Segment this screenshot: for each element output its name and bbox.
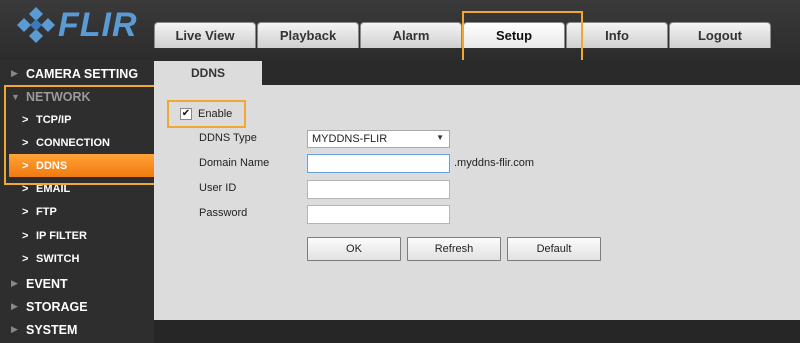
flir-logo-icon	[17, 7, 55, 43]
chevron-right-icon: >	[22, 205, 29, 218]
user-id-input[interactable]	[307, 180, 450, 199]
default-button[interactable]: Default	[507, 237, 601, 261]
sidebar-item-label: NETWORK	[26, 89, 91, 104]
collapsed-arrow-icon: ▶	[11, 278, 18, 288]
ddns-panel	[154, 85, 800, 320]
sidebar-item-storage[interactable]: ▶ STORAGE	[0, 295, 154, 318]
sidebar-item-label: CONNECTION	[36, 136, 110, 149]
domain-name-label: Domain Name	[199, 157, 270, 169]
sidebar-item-switch[interactable]: > SWITCH	[0, 247, 154, 270]
sidebar-item-label: EVENT	[26, 276, 68, 291]
sidebar-item-label: FTP	[36, 205, 57, 218]
sidebar-item-event[interactable]: ▶ EVENT	[0, 272, 154, 295]
sidebar-item-label: STORAGE	[26, 299, 88, 314]
sidebar-item-label: TCP/IP	[36, 113, 72, 126]
ddns-type-value: MYDDNS-FLIR	[312, 133, 388, 145]
sidebar-item-ddns[interactable]: > DDNS	[9, 154, 154, 177]
sidebar-item-label: IP FILTER	[36, 229, 87, 242]
sidebar-item-label: DDNS	[36, 159, 68, 172]
domain-suffix: .myddns-flir.com	[454, 157, 535, 169]
password-label: Password	[199, 207, 248, 219]
brand-name: FLIR	[58, 6, 138, 44]
tab-setup[interactable]: Setup	[463, 22, 565, 48]
ok-button[interactable]: OK	[307, 237, 401, 261]
chevron-right-icon: >	[22, 159, 29, 172]
main-tabs: Live View Playback Alarm Setup Info Logo…	[154, 22, 772, 48]
tab-info[interactable]: Info	[566, 22, 668, 48]
sidebar: ▶ CAMERA SETTING ▼ NETWORK > TCP/IP > CO…	[0, 60, 154, 343]
dropdown-caret-icon: ▼	[436, 133, 444, 142]
tab-ddns[interactable]: DDNS	[154, 61, 262, 85]
sidebar-item-ip-filter[interactable]: > IP FILTER	[0, 224, 154, 247]
sidebar-item-network[interactable]: ▼ NETWORK	[0, 85, 154, 108]
sidebar-item-ftp[interactable]: > FTP	[0, 200, 154, 223]
tab-playback[interactable]: Playback	[257, 22, 359, 48]
collapsed-arrow-icon: ▶	[11, 324, 18, 334]
tab-alarm[interactable]: Alarm	[360, 22, 462, 48]
sidebar-item-connection[interactable]: > CONNECTION	[0, 131, 154, 154]
chevron-right-icon: >	[22, 113, 29, 126]
top-header: FLIR Live View Playback Alarm Setup Info…	[0, 0, 800, 60]
sidebar-item-label: SWITCH	[36, 252, 80, 265]
domain-name-input[interactable]	[307, 154, 450, 173]
chevron-right-icon: >	[22, 182, 29, 195]
password-input[interactable]	[307, 205, 450, 224]
sidebar-item-label: CAMERA SETTING	[26, 66, 139, 81]
tab-live-view[interactable]: Live View	[154, 22, 256, 48]
chevron-right-icon: >	[22, 252, 29, 265]
enable-checkbox[interactable]: ✔	[180, 108, 192, 120]
ddns-type-label: DDNS Type	[199, 132, 257, 144]
flir-logo: FLIR	[16, 6, 138, 44]
expanded-arrow-icon: ▼	[11, 91, 20, 102]
tab-logout[interactable]: Logout	[669, 22, 771, 48]
user-id-label: User ID	[199, 182, 237, 194]
sidebar-item-label: SYSTEM	[26, 322, 78, 337]
collapsed-arrow-icon: ▶	[11, 301, 18, 311]
chevron-right-icon: >	[22, 229, 29, 242]
ddns-type-select[interactable]: MYDDNS-FLIR ▼	[307, 130, 450, 148]
sidebar-item-label: EMAIL	[36, 182, 71, 195]
enable-option[interactable]: ✔ Enable	[170, 102, 238, 126]
chevron-right-icon: >	[22, 136, 29, 149]
sidebar-item-email[interactable]: > EMAIL	[0, 177, 154, 200]
sidebar-item-camera-setting[interactable]: ▶ CAMERA SETTING	[0, 62, 154, 85]
enable-label: Enable	[198, 108, 233, 120]
sidebar-item-tcp-ip[interactable]: > TCP/IP	[0, 108, 154, 131]
collapsed-arrow-icon: ▶	[11, 68, 18, 78]
sidebar-item-system[interactable]: ▶ SYSTEM	[0, 318, 154, 341]
refresh-button[interactable]: Refresh	[407, 237, 501, 261]
footer-bar	[154, 320, 800, 343]
